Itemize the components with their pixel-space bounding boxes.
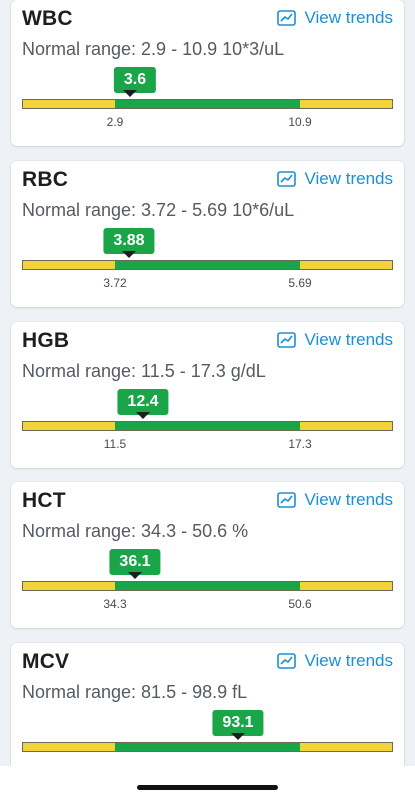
normal-range-segment: [115, 100, 300, 108]
normal-range-segment: [115, 743, 300, 751]
normal-range-segment: [115, 261, 300, 269]
range-bar: [22, 260, 393, 270]
range-bar: [22, 421, 393, 431]
card-title: MCV: [22, 650, 70, 673]
normal-range-segment: [115, 422, 300, 430]
view-trends-link[interactable]: View trends: [277, 651, 393, 671]
card-title: WBC: [22, 7, 73, 30]
bottom-safe-area: [0, 766, 415, 799]
trend-chart-icon: [277, 10, 297, 26]
view-trends-label: View trends: [304, 490, 393, 509]
view-trends-label: View trends: [304, 8, 393, 27]
triangle-pointer-icon: [128, 572, 142, 579]
range-low-label: 2.9: [106, 115, 124, 129]
card-title: HGB: [22, 329, 70, 352]
view-trends-link[interactable]: View trends: [277, 330, 393, 350]
triangle-pointer-icon: [122, 251, 136, 258]
normal-range-text: Normal range: 34.3 - 50.6 %: [22, 521, 249, 541]
range-low-label: 11.5: [103, 437, 127, 451]
lab-result-card-rbc: RBC View trends Normal range: 3.72 - 5.6…: [11, 161, 404, 307]
above-range-segment: [299, 582, 392, 590]
triangle-pointer-icon: [136, 412, 150, 419]
range-high-label: 17.3: [288, 437, 312, 451]
lab-result-card-wbc: WBC View trends Normal range: 2.9 - 10.9…: [11, 0, 404, 146]
trend-chart-icon: [277, 332, 297, 348]
lab-result-card-mcv: MCV View trends Normal range: 81.5 - 98.…: [11, 643, 404, 766]
normal-range-text: Normal range: 11.5 - 17.3 g/dL: [22, 361, 266, 381]
trend-chart-icon: [277, 171, 297, 187]
range-high-label: 10.9: [288, 115, 312, 129]
below-range-segment: [23, 100, 116, 108]
below-range-segment: [23, 582, 116, 590]
range-low-label: 3.72: [103, 276, 127, 290]
above-range-segment: [299, 261, 392, 269]
range-high-label: 50.6: [288, 597, 312, 611]
range-bar: [22, 742, 393, 752]
trend-chart-icon: [277, 492, 297, 508]
range-high-label: 5.69: [288, 276, 312, 290]
home-indicator[interactable]: [137, 785, 278, 790]
view-trends-link[interactable]: View trends: [277, 490, 393, 510]
card-title: RBC: [22, 168, 69, 191]
range-bar: [22, 581, 393, 591]
view-trends-label: View trends: [304, 651, 393, 670]
trend-chart-icon: [277, 653, 297, 669]
normal-range-text: Normal range: 3.72 - 5.69 10*6/uL: [22, 200, 295, 220]
view-trends-link[interactable]: View trends: [277, 8, 393, 28]
triangle-pointer-icon: [231, 733, 245, 740]
card-title: HCT: [22, 489, 66, 512]
normal-range-text: Normal range: 2.9 - 10.9 10*3/uL: [22, 39, 285, 59]
above-range-segment: [299, 100, 392, 108]
range-low-label: 34.3: [103, 597, 127, 611]
view-trends-link[interactable]: View trends: [277, 169, 393, 189]
above-range-segment: [299, 743, 392, 751]
lab-result-card-hgb: HGB View trends Normal range: 11.5 - 17.…: [11, 322, 404, 468]
view-trends-label: View trends: [304, 330, 393, 349]
normal-range-segment: [115, 582, 300, 590]
below-range-segment: [23, 261, 116, 269]
range-bar: [22, 99, 393, 109]
lab-result-card-hct: HCT View trends Normal range: 34.3 - 50.…: [11, 482, 404, 628]
results-list[interactable]: WBC View trends Normal range: 2.9 - 10.9…: [0, 0, 415, 766]
normal-range-text: Normal range: 81.5 - 98.9 fL: [22, 682, 248, 702]
triangle-pointer-icon: [123, 90, 137, 97]
below-range-segment: [23, 422, 116, 430]
view-trends-label: View trends: [304, 169, 393, 188]
above-range-segment: [299, 422, 392, 430]
below-range-segment: [23, 743, 116, 751]
